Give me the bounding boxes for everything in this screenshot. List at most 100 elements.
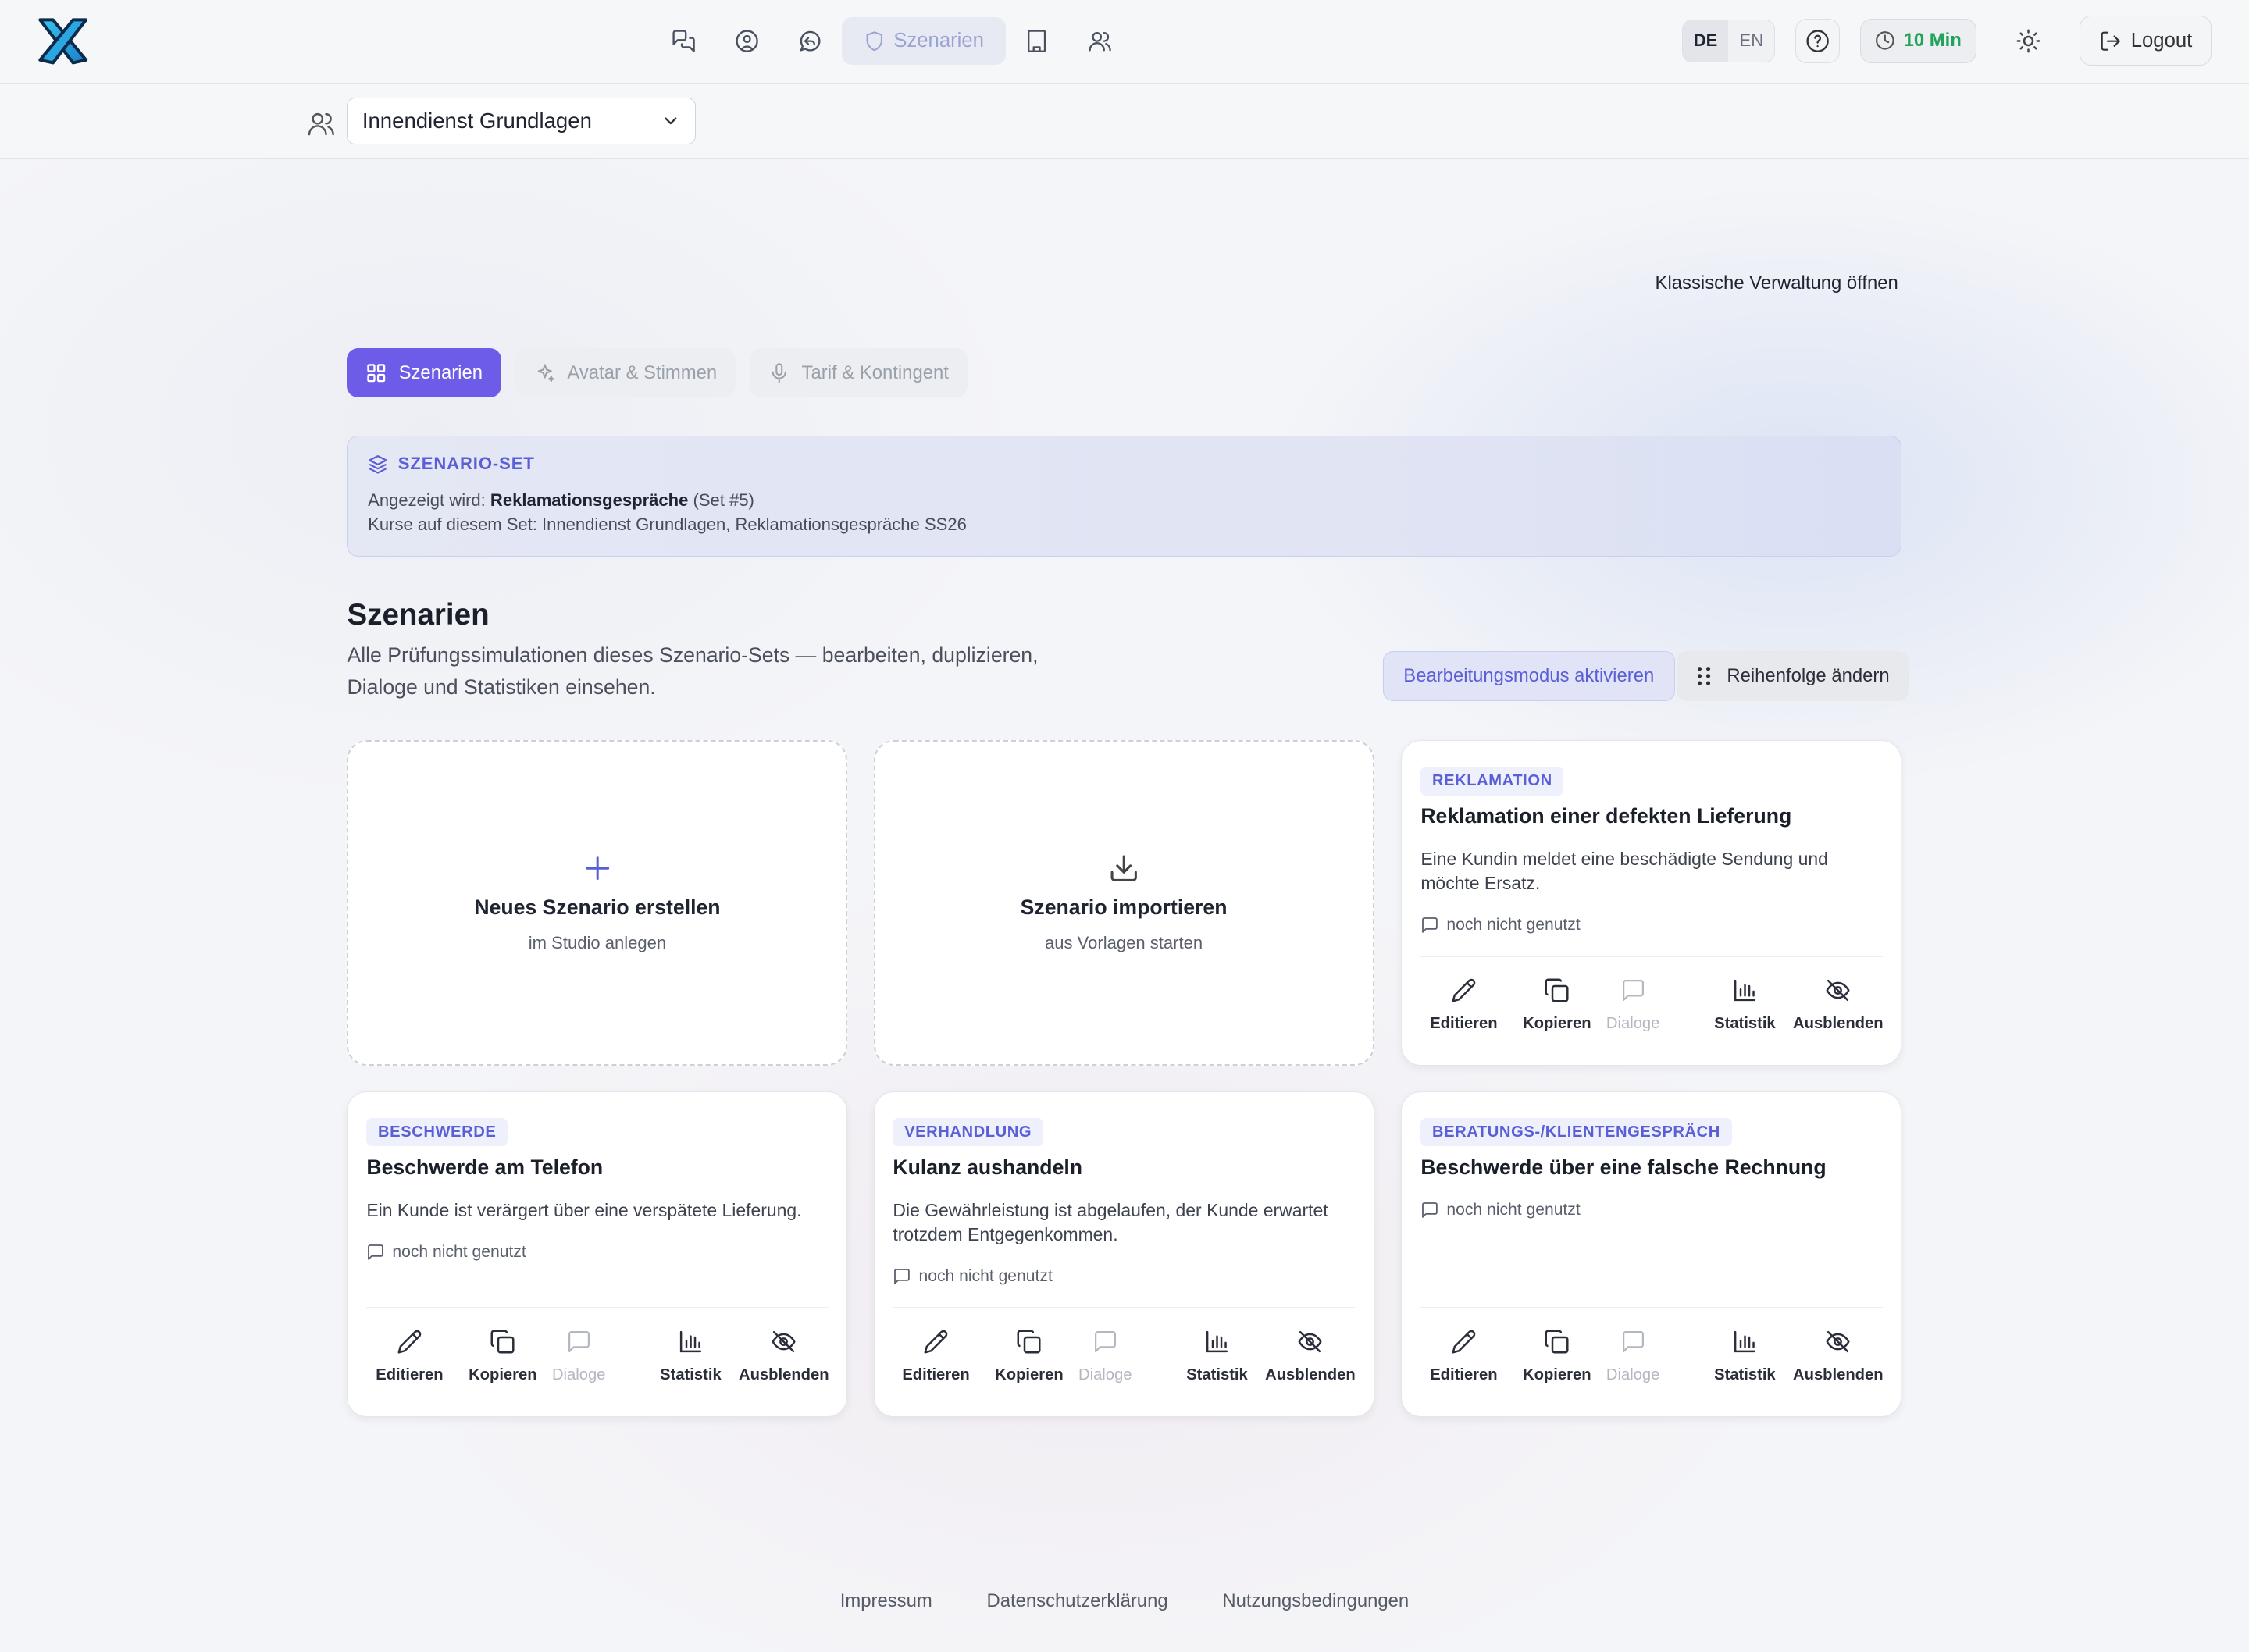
- eye-off-icon: [1298, 1330, 1322, 1352]
- logout-button[interactable]: Logout: [2080, 16, 2212, 66]
- session-timer[interactable]: 10 Min: [1859, 18, 1977, 63]
- pencil-icon: [924, 1330, 948, 1354]
- edit-button[interactable]: Editieren: [1413, 1329, 1514, 1384]
- edit-button[interactable]: Editieren: [886, 1329, 986, 1384]
- scenario-card: BESCHWERDE Beschwerde am Telefon Ein Kun…: [347, 1091, 848, 1417]
- message-square-icon: [568, 1330, 590, 1352]
- card-divider: [893, 1307, 1355, 1309]
- pencil-icon: [1452, 978, 1476, 1002]
- edit-label: Editieren: [376, 1365, 444, 1383]
- hide-button[interactable]: Ausblenden: [734, 1329, 835, 1384]
- stats-label: Statistik: [1714, 1365, 1776, 1383]
- scenario-title: Beschwerde am Telefon: [366, 1155, 604, 1179]
- scenario-actions: Editieren Kopieren Dialoge Statistik Aus…: [875, 1329, 1374, 1394]
- nav-profile[interactable]: [716, 17, 779, 65]
- nav-messages[interactable]: [779, 17, 842, 65]
- classic-admin-link[interactable]: Klassische Verwaltung öffnen: [1656, 272, 1898, 294]
- stats-button[interactable]: Statistik: [1167, 1329, 1267, 1384]
- hide-label: Ausblenden: [1265, 1365, 1356, 1383]
- theme-toggle[interactable]: [2008, 19, 2048, 63]
- stats-label: Statistik: [1714, 1014, 1776, 1032]
- clock-icon: [1875, 31, 1894, 51]
- scenario-tag: BERATUNGS-/KLIENTENGESPRÄCH: [1420, 1117, 1732, 1147]
- edit-button[interactable]: Editieren: [359, 1329, 460, 1384]
- footer-link-terms[interactable]: Nutzungsbedingungen: [1222, 1590, 1409, 1612]
- scenario-card: REKLAMATION Reklamation einer defekten L…: [1401, 739, 1902, 1066]
- scenario-description: Ein Kunde ist verärgert über eine verspä…: [366, 1199, 802, 1220]
- tab-avatar-voices[interactable]: Avatar & Stimmen: [515, 348, 736, 397]
- stats-button[interactable]: Statistik: [1695, 977, 1795, 1033]
- edit-button[interactable]: Editieren: [1413, 977, 1514, 1033]
- nav-users[interactable]: [1068, 17, 1132, 65]
- scenario-usage-text: noch nicht genutzt: [918, 1266, 1053, 1285]
- scenario-usage-text: noch nicht genutzt: [392, 1242, 526, 1261]
- scenario-actions: Editieren Kopieren Dialoge Statistik Aus…: [1402, 977, 1901, 1042]
- scenario-card: BERATUNGS-/KLIENTENGESPRÄCH Beschwerde ü…: [1401, 1091, 1902, 1417]
- app-logo[interactable]: [34, 14, 91, 69]
- stats-button[interactable]: Statistik: [1695, 1329, 1795, 1384]
- hide-button[interactable]: Ausblenden: [1260, 1329, 1361, 1384]
- help-button[interactable]: [1795, 18, 1840, 63]
- course-select[interactable]: Innendienst Grundlagen: [347, 97, 696, 145]
- message-square-icon: [894, 1268, 911, 1284]
- pencil-icon: [397, 1330, 422, 1354]
- nav-organisation[interactable]: [1006, 17, 1069, 65]
- scenario-usage: noch nicht genutzt: [366, 1243, 526, 1262]
- hide-label: Ausblenden: [739, 1365, 829, 1383]
- dialogs-button: Dialoge: [529, 1329, 629, 1384]
- building-icon: [1028, 30, 1046, 52]
- edit-label: Editieren: [1430, 1365, 1498, 1383]
- sparkles-icon: [537, 364, 554, 382]
- scenario-set-shown-prefix: Angezeigt wird:: [368, 490, 490, 510]
- hide-button[interactable]: Ausblenden: [1788, 977, 1889, 1033]
- footer-link-privacy[interactable]: Datenschutzerklärung: [987, 1590, 1168, 1612]
- scenario-usage-text: noch nicht genutzt: [1446, 915, 1581, 934]
- message-square-icon: [1622, 979, 1644, 1001]
- footer-link-imprint[interactable]: Impressum: [840, 1590, 932, 1612]
- dialogs-label: Dialoge: [1606, 1014, 1660, 1032]
- tab-scenarios[interactable]: Szenarien: [347, 348, 501, 397]
- import-scenario-card[interactable]: Szenario importieren aus Vorlagen starte…: [873, 739, 1374, 1066]
- copy-icon: [1017, 1330, 1041, 1354]
- edit-label: Editieren: [902, 1365, 970, 1383]
- card-divider: [1420, 956, 1883, 958]
- reorder-button[interactable]: Reihenfolge ändern: [1677, 650, 1909, 702]
- sun-icon: [2016, 29, 2040, 53]
- language-switch: DE EN: [1681, 19, 1776, 62]
- copy-icon: [1545, 1330, 1569, 1354]
- stats-button[interactable]: Statistik: [640, 1329, 741, 1384]
- dialogs-label: Dialoge: [1078, 1365, 1132, 1383]
- bar-chart-icon: [1734, 1330, 1756, 1352]
- logout-label: Logout: [2130, 29, 2193, 52]
- copy-label: Kopieren: [1523, 1365, 1591, 1383]
- nav-chats[interactable]: [653, 17, 716, 65]
- scenario-usage: noch nicht genutzt: [1420, 1201, 1581, 1219]
- hide-label: Ausblenden: [1793, 1014, 1884, 1032]
- chat-bubbles-icon: [672, 30, 696, 52]
- scenario-title: Kulanz aushandeln: [893, 1155, 1083, 1179]
- nav-scenarios[interactable]: Szenarien: [842, 17, 1006, 65]
- copy-icon: [490, 1330, 515, 1354]
- edit-mode-button[interactable]: Bearbeitungsmodus aktivieren: [1382, 650, 1675, 702]
- users-icon: [308, 112, 334, 135]
- shield-icon: [866, 30, 882, 51]
- dialogs-button: Dialoge: [1583, 1329, 1684, 1384]
- scenario-tag: VERHANDLUNG: [893, 1117, 1043, 1147]
- create-scenario-card[interactable]: Neues Szenario erstellen im Studio anleg…: [347, 739, 848, 1066]
- scenario-title: Reklamation einer defekten Lieferung: [1420, 803, 1792, 828]
- tab-tariff-quota[interactable]: Tarif & Kontingent: [750, 348, 968, 397]
- hide-button[interactable]: Ausblenden: [1788, 1329, 1889, 1384]
- microphone-icon: [772, 363, 787, 383]
- lang-en-button[interactable]: EN: [1728, 20, 1774, 62]
- main-nav: Szenarien: [653, 17, 1132, 65]
- lang-de-button[interactable]: DE: [1682, 20, 1729, 62]
- scenario-usage-text: noch nicht genutzt: [1446, 1201, 1581, 1219]
- dialogs-label: Dialoge: [1606, 1365, 1660, 1383]
- dialogs-label: Dialoge: [551, 1365, 606, 1383]
- scenario-actions: Editieren Kopieren Dialoge Statistik Aus…: [1402, 1329, 1901, 1394]
- message-square-icon: [1422, 917, 1438, 933]
- scenario-title: Beschwerde über eine falsche Rechnung: [1420, 1155, 1827, 1179]
- scenario-set-shown: Angezeigt wird: Reklamationsgespräche (S…: [368, 490, 1881, 511]
- tab-tariff-quota-label: Tarif & Kontingent: [801, 361, 949, 383]
- scenario-tag: BESCHWERDE: [366, 1117, 508, 1147]
